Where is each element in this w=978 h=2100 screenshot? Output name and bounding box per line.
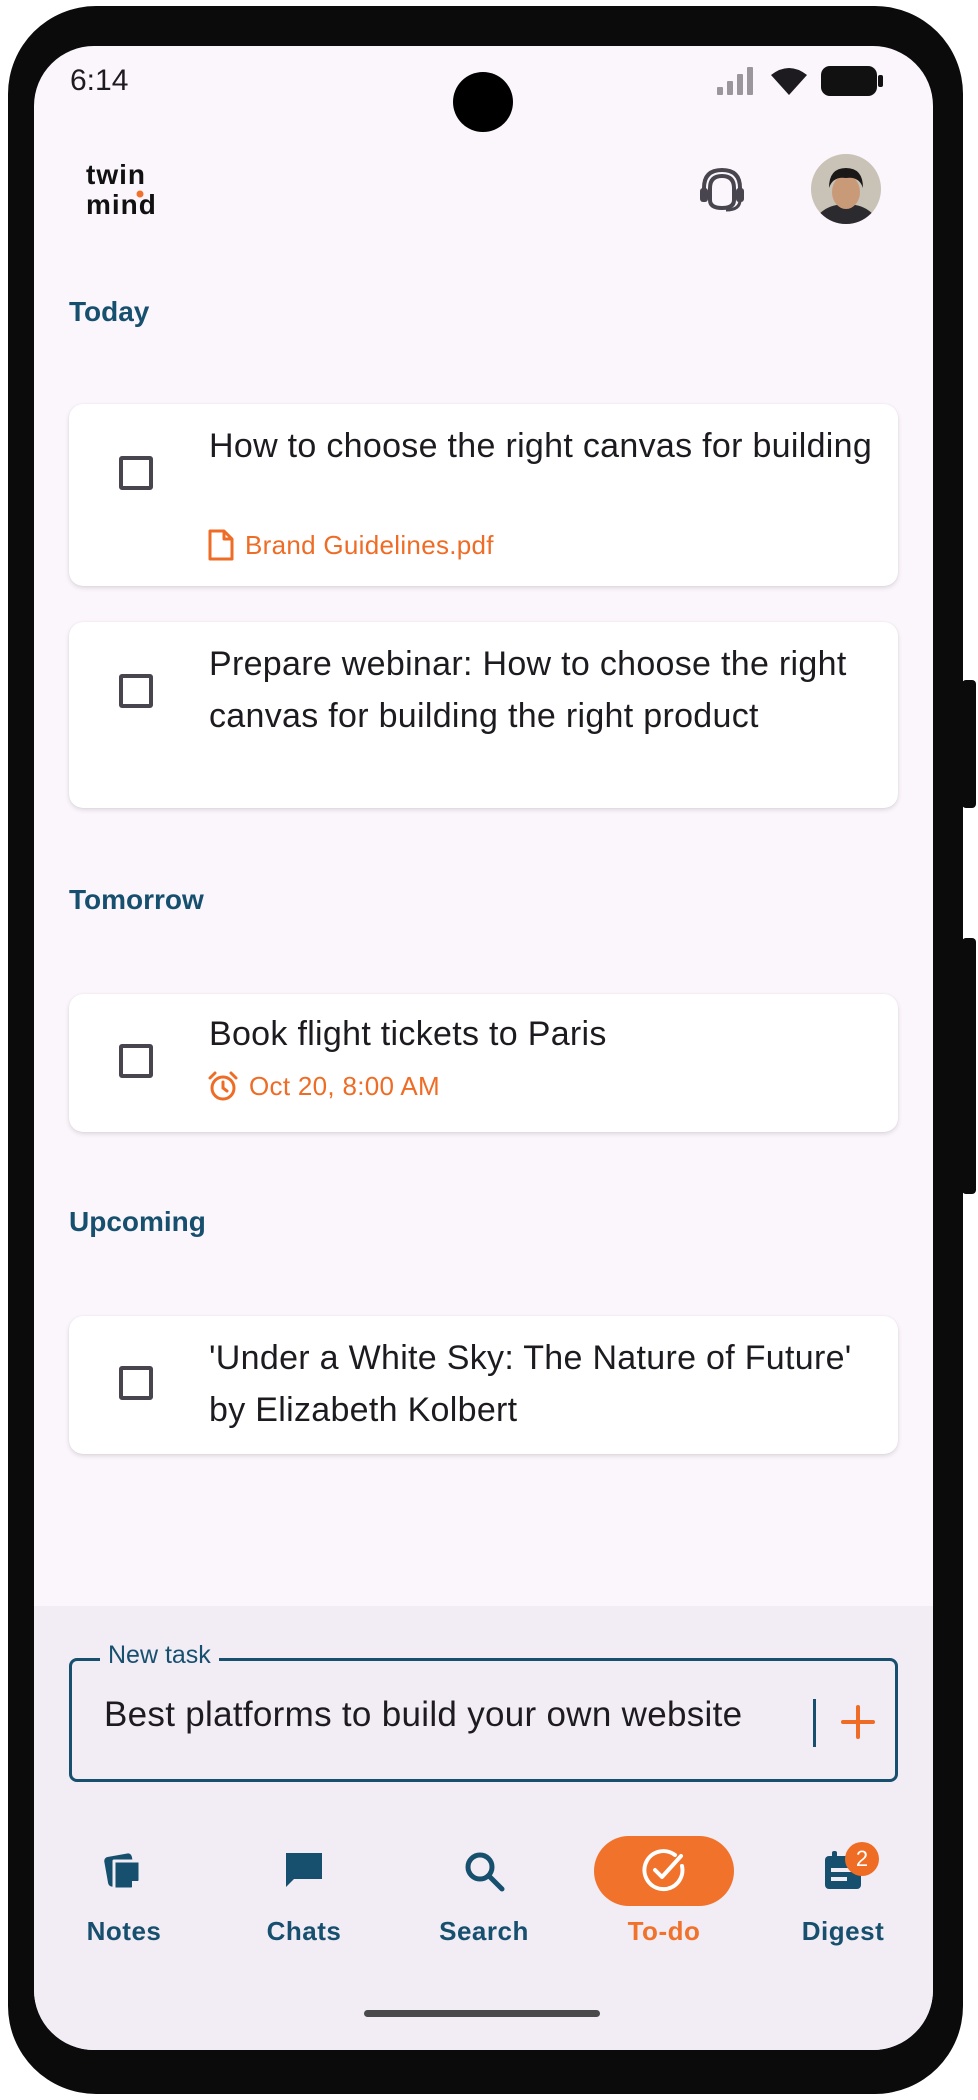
power-button bbox=[962, 938, 976, 1194]
wifi-icon bbox=[771, 68, 807, 95]
task-title: Book flight tickets to Paris bbox=[209, 1015, 607, 1053]
screen: 6:14 twin mind Today How to choose the r… bbox=[34, 46, 933, 2050]
check-circle-icon bbox=[594, 1836, 734, 1906]
support-agent-icon[interactable] bbox=[696, 164, 748, 216]
task-checkbox[interactable] bbox=[119, 674, 153, 708]
battery-icon bbox=[821, 66, 883, 96]
task-reminder-time: Oct 20, 8:00 AM bbox=[249, 1070, 440, 1101]
task-card[interactable]: How to choose the right canvas for build… bbox=[69, 404, 898, 586]
digest-badge: 2 bbox=[845, 1842, 879, 1876]
task-card[interactable]: 'Under a White Sky: The Nature of Future… bbox=[69, 1316, 898, 1454]
nav-label: Search bbox=[439, 1916, 529, 1946]
nav-label: To-do bbox=[627, 1916, 701, 1946]
nav-digest[interactable]: 2 Digest bbox=[763, 1836, 923, 1947]
new-task-input[interactable] bbox=[104, 1695, 794, 1735]
section-tomorrow: Tomorrow bbox=[69, 884, 204, 915]
status-bar: 6:14 bbox=[34, 46, 933, 132]
task-checkbox[interactable] bbox=[119, 1366, 153, 1400]
task-reminder[interactable]: Oct 20, 8:00 AM bbox=[207, 1070, 440, 1102]
nav-label: Notes bbox=[86, 1916, 162, 1946]
nav-search[interactable]: Search bbox=[404, 1836, 564, 1947]
nav-chats[interactable]: Chats bbox=[224, 1836, 384, 1947]
avatar[interactable] bbox=[811, 154, 881, 224]
section-upcoming: Upcoming bbox=[69, 1206, 206, 1237]
nav-notes[interactable]: Notes bbox=[44, 1836, 204, 1947]
task-card[interactable]: Prepare webinar: How to choose the right… bbox=[69, 622, 898, 808]
volume-button bbox=[962, 680, 976, 808]
nav-label: Digest bbox=[801, 1916, 885, 1946]
task-attachment[interactable]: Brand Guidelines.pdf bbox=[207, 529, 494, 561]
status-icons bbox=[717, 66, 883, 96]
task-card[interactable]: Book flight tickets to Paris Oct 20, 8:0… bbox=[69, 994, 898, 1132]
nav-todo[interactable]: To-do bbox=[584, 1836, 744, 1947]
search-icon bbox=[414, 1836, 554, 1906]
new-task-label: New task bbox=[100, 1641, 219, 1670]
twinmind-logo: twin mind bbox=[84, 158, 194, 220]
status-time: 6:14 bbox=[70, 64, 129, 97]
signal-icon bbox=[717, 67, 753, 95]
nav-label: Chats bbox=[266, 1916, 342, 1946]
task-title: How to choose the right canvas for build… bbox=[209, 427, 873, 465]
chat-icon bbox=[234, 1836, 374, 1906]
alarm-icon bbox=[208, 1071, 238, 1101]
file-icon bbox=[208, 529, 234, 561]
new-task-field[interactable]: New task bbox=[69, 1641, 898, 1782]
task-attachment-name: Brand Guidelines.pdf bbox=[245, 529, 494, 560]
digest-icon: 2 bbox=[773, 1836, 913, 1906]
front-camera bbox=[453, 72, 513, 132]
task-checkbox[interactable] bbox=[119, 1044, 153, 1078]
home-indicator bbox=[364, 2010, 600, 2017]
task-title: 'Under a White Sky: The Nature of Future… bbox=[209, 1339, 852, 1429]
plus-icon[interactable] bbox=[835, 1699, 881, 1745]
notes-icon bbox=[54, 1836, 194, 1906]
text-caret bbox=[813, 1699, 816, 1747]
svg-text:mind: mind bbox=[86, 189, 157, 220]
section-today: Today bbox=[69, 296, 150, 327]
bottom-navigation: Notes Chats Search To-do 2 Digest bbox=[34, 1836, 933, 1976]
svg-text:twin: twin bbox=[86, 159, 146, 190]
task-title: Prepare webinar: How to choose the right… bbox=[209, 645, 847, 735]
task-checkbox[interactable] bbox=[119, 456, 153, 490]
